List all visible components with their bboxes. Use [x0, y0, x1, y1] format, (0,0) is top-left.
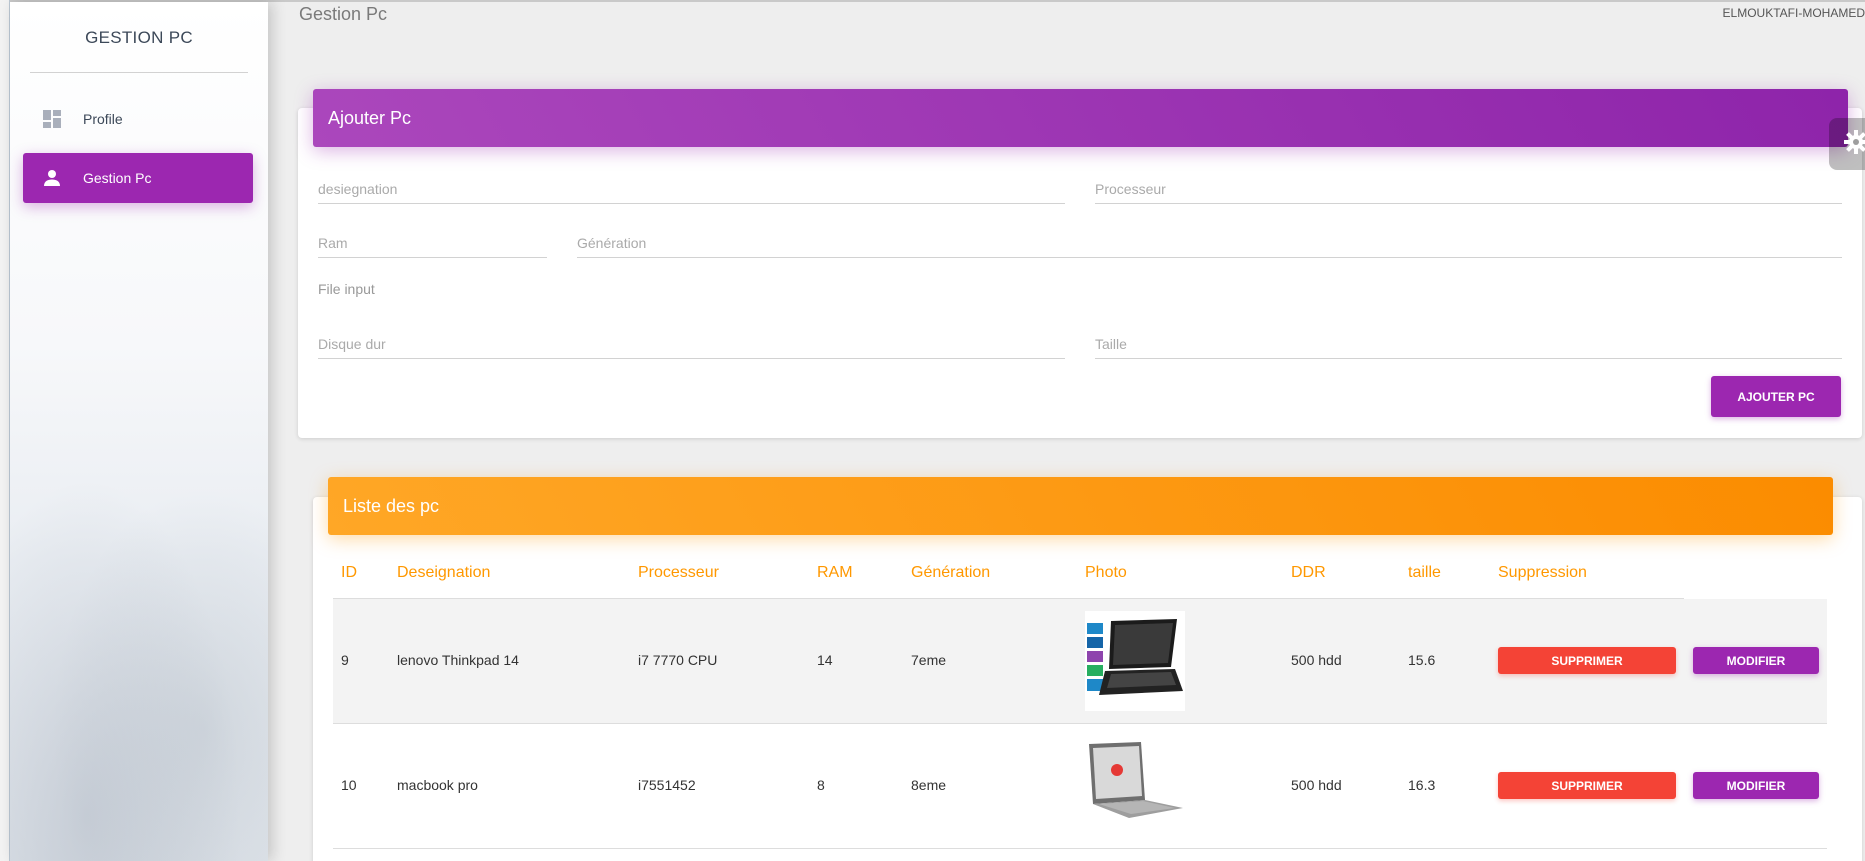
taille-field	[1095, 329, 1842, 359]
delete-button[interactable]: SUPPRIMER	[1498, 772, 1676, 799]
generation-input[interactable]	[577, 228, 1842, 257]
page-title[interactable]: Gestion Pc	[299, 4, 387, 25]
ram-input[interactable]	[318, 228, 547, 257]
add-pc-button[interactable]: AJOUTER PC	[1711, 376, 1841, 417]
sidebar-item-profile[interactable]: Profile	[23, 94, 253, 144]
cell-ram[interactable]: 8	[817, 777, 825, 793]
cell-generation[interactable]: 8eme	[911, 777, 946, 793]
cell-id[interactable]: 10	[341, 777, 357, 793]
user-name[interactable]: ELMOUKTAFI-MOHAMED	[1723, 6, 1865, 20]
sidebar-divider	[30, 72, 248, 73]
processeur-input[interactable]	[1095, 174, 1842, 203]
settings-plugin-tab[interactable]	[1829, 118, 1865, 170]
pc-list-card-header: Liste des pc	[328, 477, 1833, 535]
column-header-photo[interactable]: Photo	[1085, 564, 1127, 582]
delete-button[interactable]: SUPPRIMER	[1498, 647, 1676, 674]
generation-field	[577, 228, 1842, 258]
cell-ddr[interactable]: 500 hdd	[1291, 652, 1342, 668]
sidebar-item-label: Profile	[83, 111, 123, 127]
laptop-silver-photo[interactable]	[1085, 738, 1185, 838]
sidebar-item-label: Gestion Pc	[83, 170, 152, 186]
designation-field	[318, 174, 1065, 204]
column-header-processeur[interactable]: Processeur	[638, 564, 719, 582]
disque-field	[318, 329, 1065, 359]
cell-taille[interactable]: 16.3	[1408, 777, 1435, 793]
ram-field	[318, 228, 547, 258]
column-header-generation[interactable]: Génération	[911, 564, 990, 582]
file-input[interactable]: File input	[318, 281, 375, 297]
sidebar-background-image	[10, 421, 268, 861]
column-header-designation[interactable]: Deseignation	[397, 564, 490, 582]
laptop-thinkpad-photo[interactable]	[1085, 611, 1185, 711]
column-header-ram[interactable]: RAM	[817, 564, 853, 582]
column-header-id[interactable]: ID	[341, 564, 357, 582]
pc-list-title: Liste des pc	[343, 495, 440, 516]
add-pc-card-header: Ajouter Pc	[313, 89, 1848, 147]
cell-processeur[interactable]: i7 7770 CPU	[638, 652, 717, 668]
person-icon	[41, 167, 63, 189]
cell-id[interactable]: 9	[341, 652, 349, 668]
cell-taille[interactable]: 15.6	[1408, 652, 1435, 668]
column-header-ddr[interactable]: DDR	[1291, 564, 1326, 582]
cell-designation[interactable]: macbook pro	[397, 777, 478, 793]
sidebar: GESTION PC Profile Gestion Pc	[10, 2, 268, 861]
sidebar-brand[interactable]: GESTION PC	[10, 28, 268, 48]
window-top-border	[0, 0, 1865, 2]
edit-button[interactable]: MODIFIER	[1693, 647, 1819, 674]
column-header-suppression[interactable]: Suppression	[1498, 564, 1587, 582]
cell-ddr[interactable]: 500 hdd	[1291, 777, 1342, 793]
gear-icon	[1843, 129, 1865, 160]
processeur-field	[1095, 174, 1842, 204]
add-pc-card	[298, 108, 1862, 438]
taille-input[interactable]	[1095, 329, 1842, 358]
cell-processeur[interactable]: i7551452	[638, 777, 696, 793]
cell-generation[interactable]: 7eme	[911, 652, 946, 668]
disque-input[interactable]	[318, 329, 1065, 358]
window-left-edge	[0, 0, 10, 861]
dashboard-icon	[41, 108, 63, 130]
add-pc-title: Ajouter Pc	[328, 107, 412, 128]
column-header-taille[interactable]: taille	[1408, 564, 1441, 582]
edit-button[interactable]: MODIFIER	[1693, 772, 1819, 799]
cell-ram[interactable]: 14	[817, 652, 833, 668]
cell-designation[interactable]: lenovo Thinkpad 14	[397, 652, 519, 668]
designation-input[interactable]	[318, 174, 1065, 203]
sidebar-item-gestion-pc[interactable]: Gestion Pc	[23, 153, 253, 203]
